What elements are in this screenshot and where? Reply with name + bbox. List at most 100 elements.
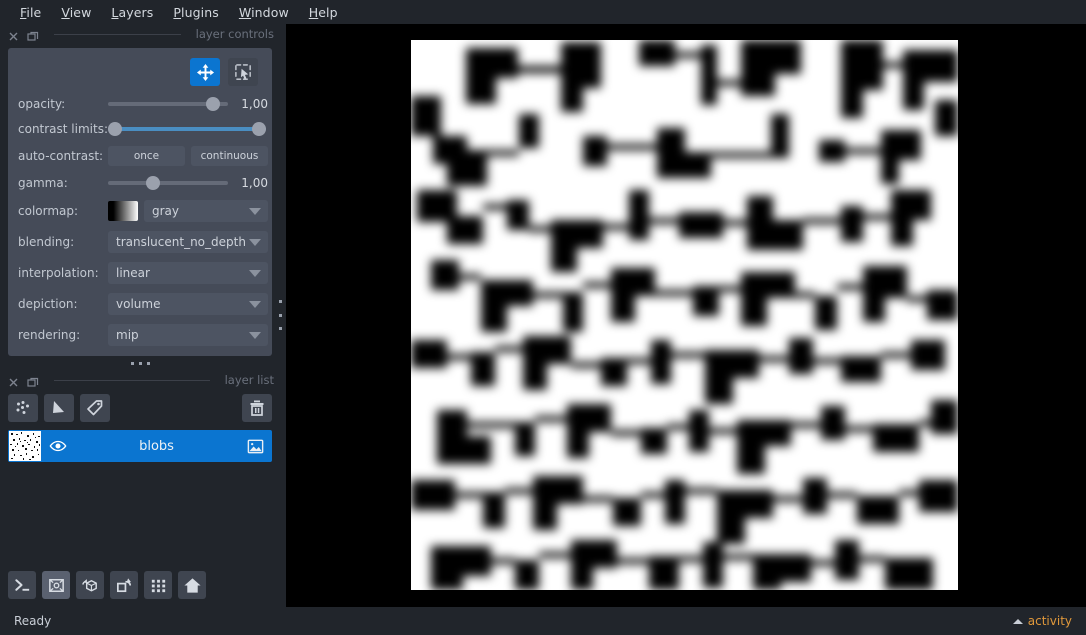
gamma-value: 1,00 <box>241 176 268 190</box>
rendered-image-blobs <box>411 40 958 590</box>
gamma-slider[interactable] <box>108 175 228 191</box>
layer-list-dock-title: layer list <box>0 370 280 390</box>
cube-3d-icon <box>48 578 64 592</box>
opacity-value: 1,00 <box>241 97 268 111</box>
blobs-image-content <box>411 40 958 590</box>
layer-list: blobs <box>0 426 280 462</box>
grid-view-button[interactable] <box>144 571 172 599</box>
chevron-down-icon <box>248 239 261 246</box>
reset-view-button[interactable] <box>178 571 206 599</box>
layer-visibility-toggle[interactable] <box>41 437 75 455</box>
menu-mnemonic: H <box>308 4 319 20</box>
menu-label-rest: lugins <box>181 4 219 20</box>
opacity-field: 1,00 <box>108 96 268 112</box>
layer-name-label: blobs <box>139 438 174 454</box>
menu-window[interactable]: Window <box>229 2 299 23</box>
status-text: Ready <box>14 614 52 628</box>
depiction-field: volume <box>108 293 268 315</box>
auto-contrast-continuous-button[interactable]: continuous <box>190 146 268 166</box>
splitter-dot <box>278 300 282 303</box>
menu-label-rest: elp <box>318 4 338 20</box>
thumbnail-image <box>9 431 41 461</box>
colormap-value: gray <box>152 204 180 218</box>
trash-icon <box>250 400 264 416</box>
menu-file[interactable]: File <box>10 2 51 23</box>
layer-controls-panel: opacity: 1,00 contrast limits: auto-cont… <box>8 48 272 356</box>
float-icon[interactable] <box>8 374 20 387</box>
left-dock-column: layer controls opacity: 1,00 contrast li… <box>0 24 280 607</box>
roll-dims-icon <box>81 578 97 591</box>
home-icon <box>183 577 201 593</box>
new-points-layer-button[interactable] <box>8 394 38 422</box>
menu-label-rest: indow <box>251 4 289 20</box>
opacity-handle[interactable] <box>205 97 220 111</box>
splitter-dot <box>146 361 150 365</box>
new-shapes-layer-button[interactable] <box>44 394 74 422</box>
transform-button[interactable] <box>228 58 258 86</box>
contrast-limits-slider[interactable] <box>108 121 266 137</box>
dock-splitter-vertical[interactable] <box>277 300 283 330</box>
close-icon[interactable] <box>27 374 39 387</box>
menu-help[interactable]: Help <box>299 2 348 23</box>
shapes-icon <box>53 401 64 413</box>
depiction-value: volume <box>116 297 161 311</box>
eye-icon <box>49 440 67 452</box>
console-button[interactable] <box>8 571 36 599</box>
contrast-limits-low-handle[interactable] <box>108 122 122 136</box>
dock-title-rule <box>54 33 181 35</box>
colormap-combobox[interactable]: gray <box>144 200 268 222</box>
layer-controls-title-label: layer controls <box>195 27 274 41</box>
rendering-combobox[interactable]: mip <box>108 324 268 346</box>
auto-contrast-once-button[interactable]: once <box>108 146 185 166</box>
transpose-dimensions-button[interactable] <box>110 571 138 599</box>
colormap-swatch <box>108 201 138 221</box>
menu-plugins[interactable]: Plugins <box>163 2 228 23</box>
contrast-limits-high-handle[interactable] <box>252 122 266 136</box>
image-icon <box>247 439 263 453</box>
layer-controls-dock-title: layer controls <box>0 24 280 44</box>
auto-contrast-field: once continuous <box>108 146 268 166</box>
interpolation-label: interpolation: <box>18 266 99 280</box>
auto-contrast-label: auto-contrast: <box>18 149 104 163</box>
menu-layers[interactable]: Layers <box>101 2 163 23</box>
ndisplay-toggle-button[interactable] <box>42 571 70 599</box>
viewer-buttons-bar <box>0 563 280 607</box>
grid-icon <box>151 579 165 592</box>
menu-mnemonic: W <box>238 4 252 20</box>
blending-label: blending: <box>18 235 75 249</box>
menu-label-rest: ayers <box>118 4 154 20</box>
dock-splitter-horizontal[interactable] <box>0 356 280 370</box>
contrast-limits-field <box>108 121 268 137</box>
delete-layer-button[interactable] <box>242 394 272 422</box>
rendering-field: mip <box>108 324 268 346</box>
opacity-slider[interactable] <box>108 96 228 112</box>
blending-combobox[interactable]: translucent_no_depth <box>108 231 268 253</box>
contrast-limits-label: contrast limits: <box>18 122 108 136</box>
layer-type-icon-wrap <box>238 437 272 456</box>
layer-row-blobs[interactable]: blobs <box>8 430 272 462</box>
close-icon[interactable] <box>27 28 39 41</box>
menu-label-rest: ile <box>26 4 42 20</box>
layer-thumbnail <box>9 431 41 461</box>
transform-icon <box>234 63 251 80</box>
activity-area[interactable]: activity <box>1012 614 1072 628</box>
float-icon[interactable] <box>8 28 20 41</box>
viewer-canvas[interactable] <box>286 24 1086 607</box>
splitter-dot <box>138 361 142 365</box>
pan-zoom-button[interactable] <box>190 58 220 86</box>
menu-view[interactable]: View <box>51 2 101 23</box>
chevron-down-icon <box>248 332 261 339</box>
gamma-handle[interactable] <box>146 176 161 190</box>
depiction-combobox[interactable]: volume <box>108 293 268 315</box>
colormap-label: colormap: <box>18 204 79 218</box>
dock-title-rule <box>54 379 210 381</box>
layer-controls-grid: opacity: 1,00 contrast limits: auto-cont… <box>18 96 268 346</box>
interpolation-combobox[interactable]: linear <box>108 262 268 284</box>
labels-icon <box>87 400 103 416</box>
layer-mode-buttons <box>18 56 262 96</box>
rendering-value: mip <box>116 328 139 342</box>
new-labels-layer-button[interactable] <box>80 394 110 422</box>
chevron-down-icon <box>248 208 261 215</box>
chevron-down-icon <box>248 301 261 308</box>
roll-dimensions-button[interactable] <box>76 571 104 599</box>
